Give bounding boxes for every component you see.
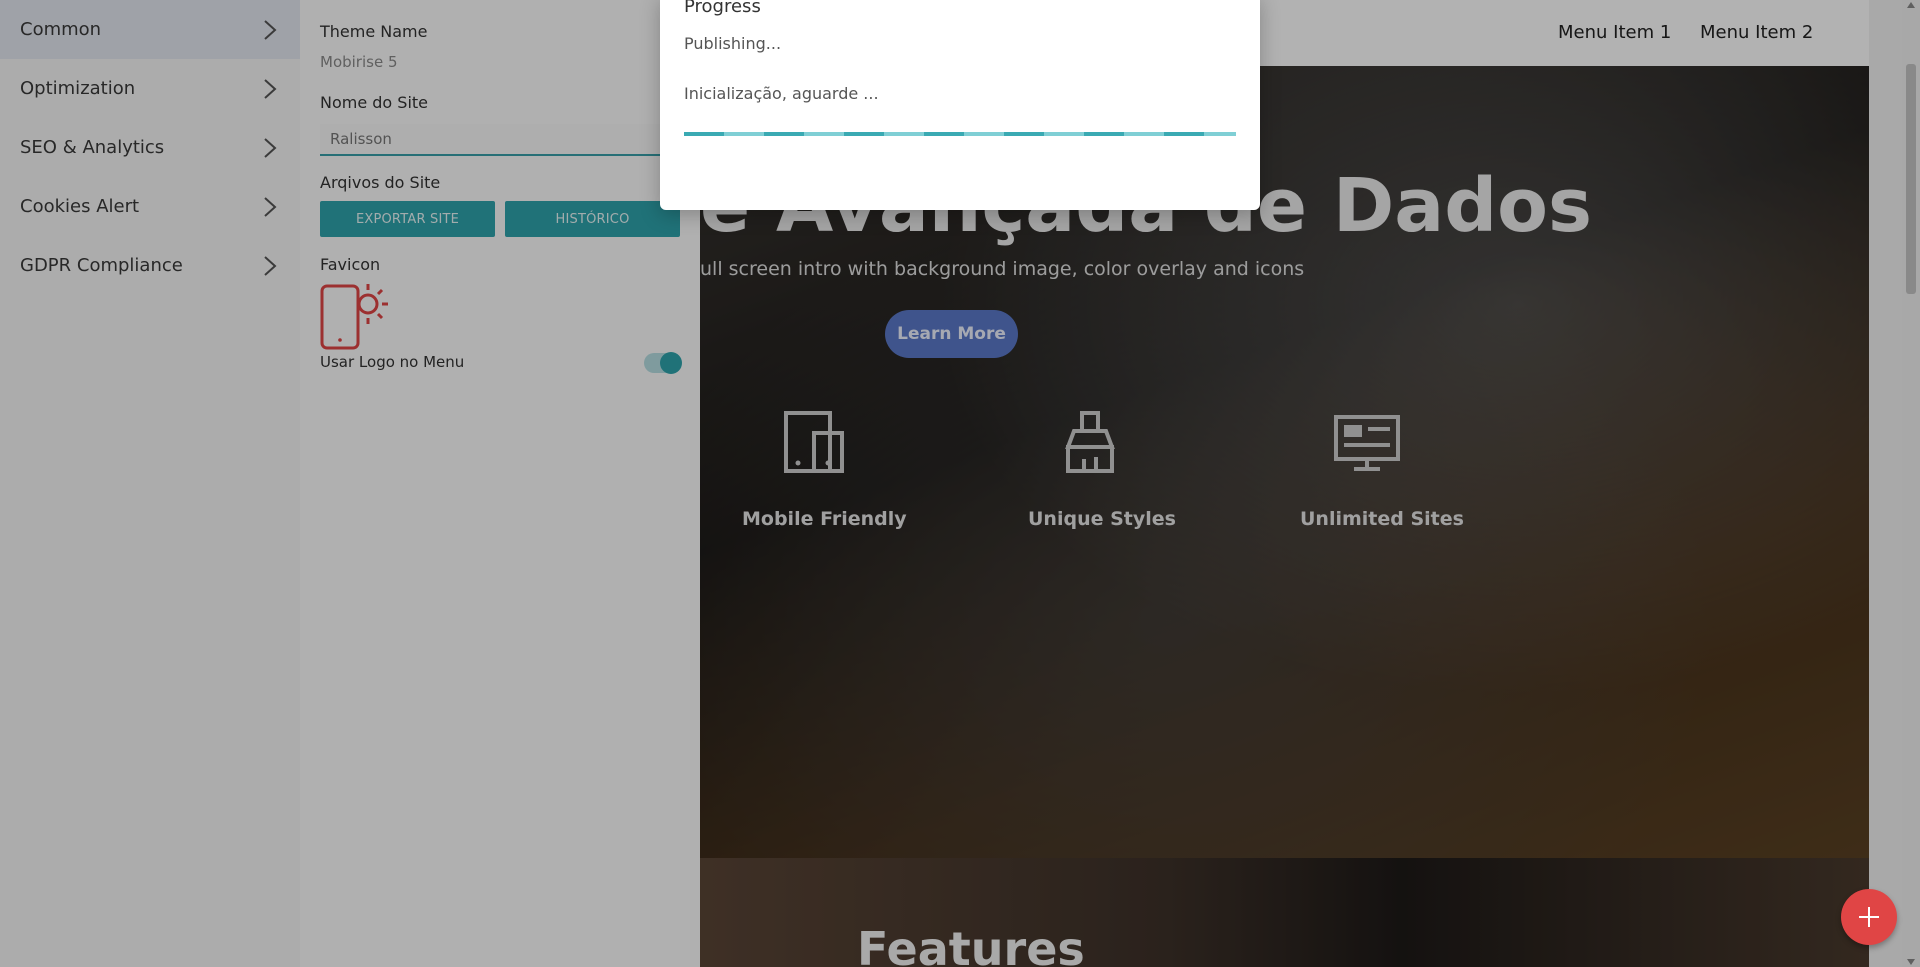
init-message: Inicialização, aguarde ... xyxy=(684,84,879,103)
progress-bar xyxy=(684,132,1236,136)
add-block-button[interactable] xyxy=(1841,889,1897,945)
progress-dialog: Progress Publishing... Inicialização, ag… xyxy=(660,0,1260,210)
publishing-status: Publishing... xyxy=(684,34,782,53)
dialog-title: Progress xyxy=(684,0,761,17)
